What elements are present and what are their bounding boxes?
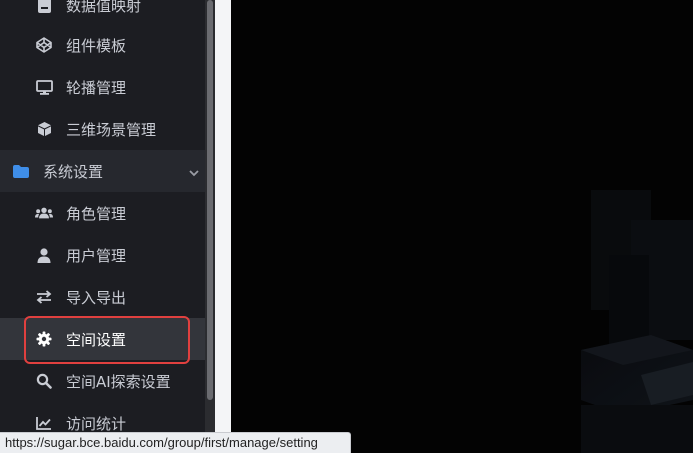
sidebar-item-users[interactable]: 用户管理: [0, 234, 205, 276]
sidebar: 数据值映射 组件模板 轮播管理 三维场景管理 系统设置 角色管理 用户管理 导入…: [0, 0, 205, 453]
exchange-icon: [35, 288, 53, 306]
sidebar-item-label: 轮播管理: [66, 78, 127, 97]
sidebar-item-label: 用户管理: [66, 246, 127, 265]
cube-icon: [35, 120, 53, 138]
sidebar-scrollbar-thumb[interactable]: [207, 0, 213, 400]
sidebar-group-system-settings[interactable]: 系统设置: [0, 150, 205, 192]
sidebar-item-3d-scenes[interactable]: 三维场景管理: [0, 108, 205, 150]
sidebar-item-carousel[interactable]: 轮播管理: [0, 66, 205, 108]
sidebar-item-space-ai-explore-settings[interactable]: 空间AI探索设置: [0, 360, 205, 402]
folder-icon: [12, 162, 30, 180]
chevron-down-icon[interactable]: [188, 165, 200, 177]
sidebar-group-label: 系统设置: [43, 162, 104, 181]
status-bar-url: https://sugar.bce.baidu.com/group/first/…: [0, 432, 351, 453]
background-decoration: [231, 0, 693, 453]
sidebar-item-label: 组件模板: [66, 36, 127, 55]
sidebar-item-label: 角色管理: [66, 204, 127, 223]
database-icon: [35, 0, 53, 14]
sidebar-item-import-export[interactable]: 导入导出: [0, 276, 205, 318]
sidebar-item-roles[interactable]: 角色管理: [0, 192, 205, 234]
codepen-icon: [35, 36, 53, 54]
line-chart-icon: [35, 414, 53, 432]
user-icon: [35, 246, 53, 264]
sidebar-item-label: 导入导出: [66, 288, 127, 307]
content-divider: [215, 0, 231, 453]
desktop-icon: [35, 78, 53, 96]
sidebar-item-data-mapping[interactable]: 数据值映射: [0, 0, 205, 26]
highlight-annotation: [24, 316, 190, 364]
sidebar-item-label: 空间AI探索设置: [66, 372, 171, 391]
users-icon: [35, 204, 53, 222]
sidebar-item-component-templates[interactable]: 组件模板: [0, 24, 205, 66]
sidebar-item-label: 数据值映射: [66, 0, 142, 15]
sidebar-item-label: 访问统计: [66, 414, 127, 433]
sidebar-item-label: 三维场景管理: [66, 120, 157, 139]
search-icon: [35, 372, 53, 390]
main-content-area: [231, 0, 693, 453]
